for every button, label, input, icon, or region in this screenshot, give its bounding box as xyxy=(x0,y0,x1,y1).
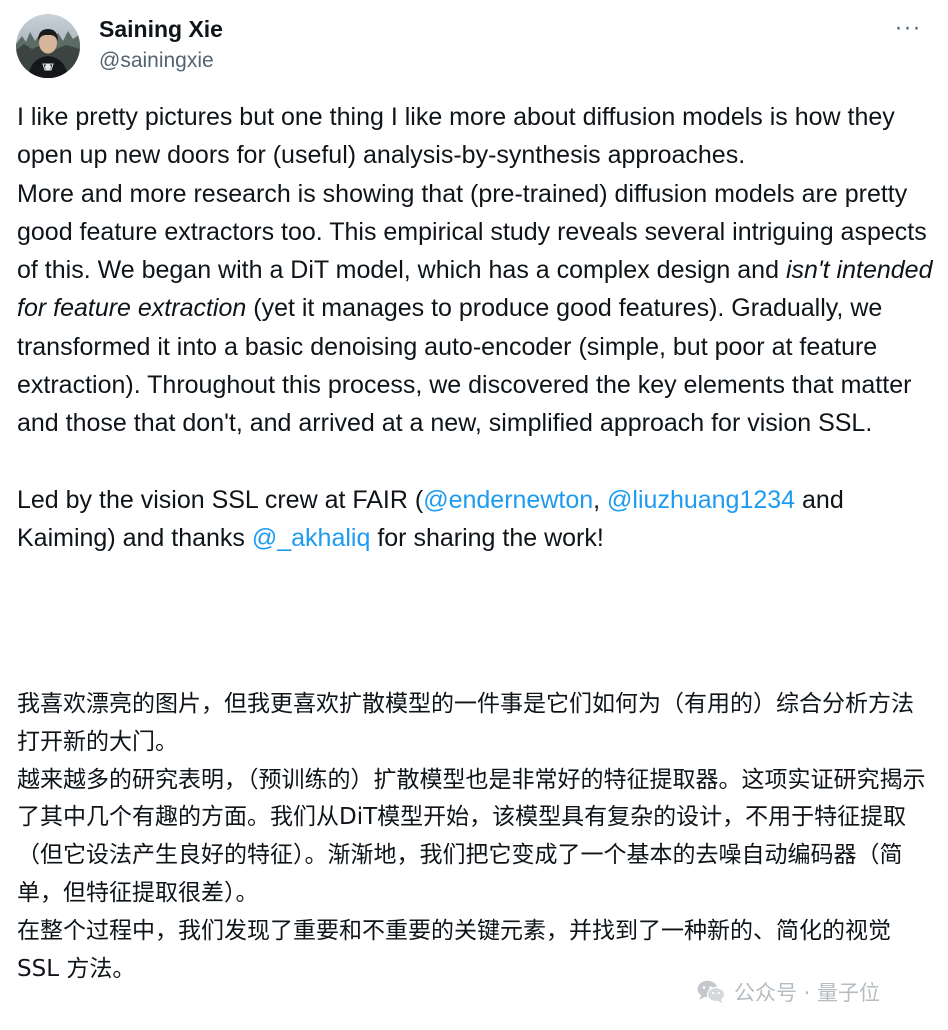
tweet-paragraph: More and more research is showing that (… xyxy=(17,175,935,443)
tweet-paragraph: Led by the vision SSL crew at FAIR (@end… xyxy=(17,481,935,558)
watermark-text: 公众号 · 量子位 xyxy=(734,981,881,1005)
mention-link-akhaliq[interactable]: @_akhaliq xyxy=(252,524,371,552)
mention-link-endernewton[interactable]: @endernewton xyxy=(423,486,593,514)
more-options-button[interactable]: ··· xyxy=(888,16,928,44)
tweet-text-segment: Led by the vision SSL crew at FAIR ( xyxy=(17,485,424,514)
tweet-text-segment: , xyxy=(593,485,608,514)
translation-paragraph: 我喜欢漂亮的图片，但我更喜欢扩散模型的一件事是它们如何为（有用的）综合分析方法打… xyxy=(17,691,914,755)
avatar[interactable] xyxy=(16,14,80,78)
chinese-translation: 我喜欢漂亮的图片，但我更喜欢扩散模型的一件事是它们如何为（有用的）综合分析方法打… xyxy=(17,686,935,988)
avatar-photo xyxy=(16,29,80,78)
tweet-paragraph: I like pretty pictures but one thing I l… xyxy=(17,98,935,175)
author-handle[interactable]: @sainingxie xyxy=(99,47,214,75)
watermark: 公众号 · 量子位 xyxy=(696,977,880,1007)
wechat-icon xyxy=(697,980,726,1004)
tweet-text-segment: for sharing the work! xyxy=(370,524,604,553)
mention-link-liuzhuang1234[interactable]: @liuzhuang1234 xyxy=(607,486,795,514)
translation-paragraph: 越来越多的研究表明，（预训练的）扩散模型也是非常好的特征提取器。这项实证研究揭示… xyxy=(17,766,926,906)
author-name[interactable]: Saining Xie xyxy=(99,14,223,44)
tweet-text: I like pretty pictures but one thing I l… xyxy=(17,98,935,558)
tweet-text-segment: I like pretty pictures but one thing I l… xyxy=(17,103,895,170)
more-horizontal-icon: ··· xyxy=(894,14,922,41)
tweet-header: Saining Xie @sainingxie ··· xyxy=(0,0,948,90)
